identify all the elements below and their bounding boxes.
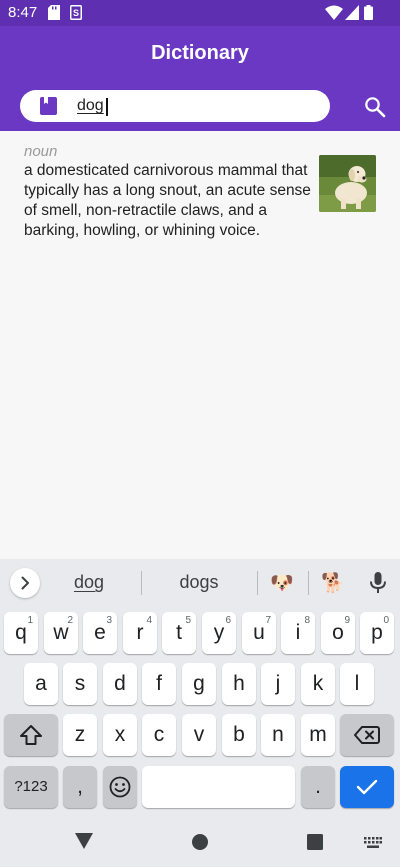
spacebar-key[interactable] (142, 766, 295, 808)
done-key[interactable] (340, 766, 394, 808)
text-cursor (106, 98, 108, 116)
keyboard-switch-icon[interactable] (364, 837, 382, 849)
key-j[interactable]: j (261, 663, 295, 705)
key-d[interactable]: d (103, 663, 137, 705)
key-x[interactable]: x (103, 714, 137, 756)
app-bar: Dictionary dog (0, 26, 400, 131)
suggestion-dogs[interactable]: dogs (160, 572, 238, 593)
suggestion-divider (141, 571, 142, 595)
key-i[interactable]: i8 (281, 612, 315, 654)
checkmark-icon (356, 779, 378, 795)
key-k[interactable]: k (301, 663, 335, 705)
key-l[interactable]: l (340, 663, 374, 705)
vpn-key-icon: S (70, 5, 82, 20)
shift-key[interactable] (4, 714, 58, 756)
key-n[interactable]: n (261, 714, 295, 756)
app-title: Dictionary (151, 42, 249, 64)
emoji-suggestion-dog[interactable]: 🐕 (321, 571, 345, 595)
key-f[interactable]: f (142, 663, 176, 705)
backspace-key[interactable] (340, 714, 394, 756)
key-b[interactable]: b (222, 714, 256, 756)
key-s[interactable]: s (63, 663, 97, 705)
key-h[interactable]: h (222, 663, 256, 705)
book-icon (40, 97, 57, 115)
symbols-key[interactable]: ?123 (4, 766, 58, 808)
search-field[interactable]: dog (20, 90, 330, 122)
emoji-suggestion-dog-face[interactable]: 🐶 (270, 571, 294, 595)
svg-text:S: S (73, 8, 79, 18)
part-of-speech: noun (24, 143, 58, 160)
key-m[interactable]: m (301, 714, 335, 756)
key-w[interactable]: w2 (44, 612, 78, 654)
key-c[interactable]: c (142, 714, 176, 756)
smiley-icon (109, 776, 131, 798)
status-time: 8:47 (8, 4, 38, 21)
key-q[interactable]: q1 (4, 612, 38, 654)
shift-icon (20, 725, 42, 745)
key-r[interactable]: r4 (123, 612, 157, 654)
key-t[interactable]: t5 (162, 612, 196, 654)
backspace-icon (354, 726, 380, 744)
key-g[interactable]: g (182, 663, 216, 705)
search-input[interactable]: dog (77, 97, 104, 115)
key-y[interactable]: y6 (202, 612, 236, 654)
key-p[interactable]: p0 (360, 612, 394, 654)
home-circle-icon[interactable] (192, 834, 208, 850)
recents-square-icon[interactable] (307, 834, 323, 850)
suggestion-bar: dog dogs 🐶 🐕 (0, 559, 400, 607)
chevron-right-icon (21, 576, 29, 590)
definition-entry: noun a domesticated carnivorous mammal t… (24, 143, 314, 241)
signal-icon (345, 5, 359, 20)
period-key[interactable]: . (301, 766, 335, 808)
back-triangle-icon[interactable] (75, 833, 93, 849)
sd-card-icon (48, 5, 60, 20)
key-z[interactable]: z (63, 714, 97, 756)
emoji-key[interactable] (103, 766, 137, 808)
key-o[interactable]: o9 (321, 612, 355, 654)
microphone-icon[interactable] (369, 572, 387, 594)
key-u[interactable]: u7 (242, 612, 276, 654)
status-bar: 8:47 S (0, 0, 400, 26)
suggestion-divider (308, 571, 309, 595)
suggestion-divider (257, 571, 258, 595)
wifi-icon (325, 5, 343, 20)
key-v[interactable]: v (182, 714, 216, 756)
suggestion-dog[interactable]: dog (52, 572, 126, 593)
search-icon[interactable] (364, 96, 386, 118)
key-e[interactable]: e3 (83, 612, 117, 654)
dog-image (319, 155, 376, 212)
key-a[interactable]: a (24, 663, 58, 705)
battery-icon (364, 5, 373, 20)
navigation-bar (0, 817, 400, 867)
definition-text: a domesticated carnivorous mammal that t… (24, 162, 311, 239)
comma-key[interactable]: , (63, 766, 97, 808)
expand-toolbar-button[interactable] (10, 568, 40, 598)
